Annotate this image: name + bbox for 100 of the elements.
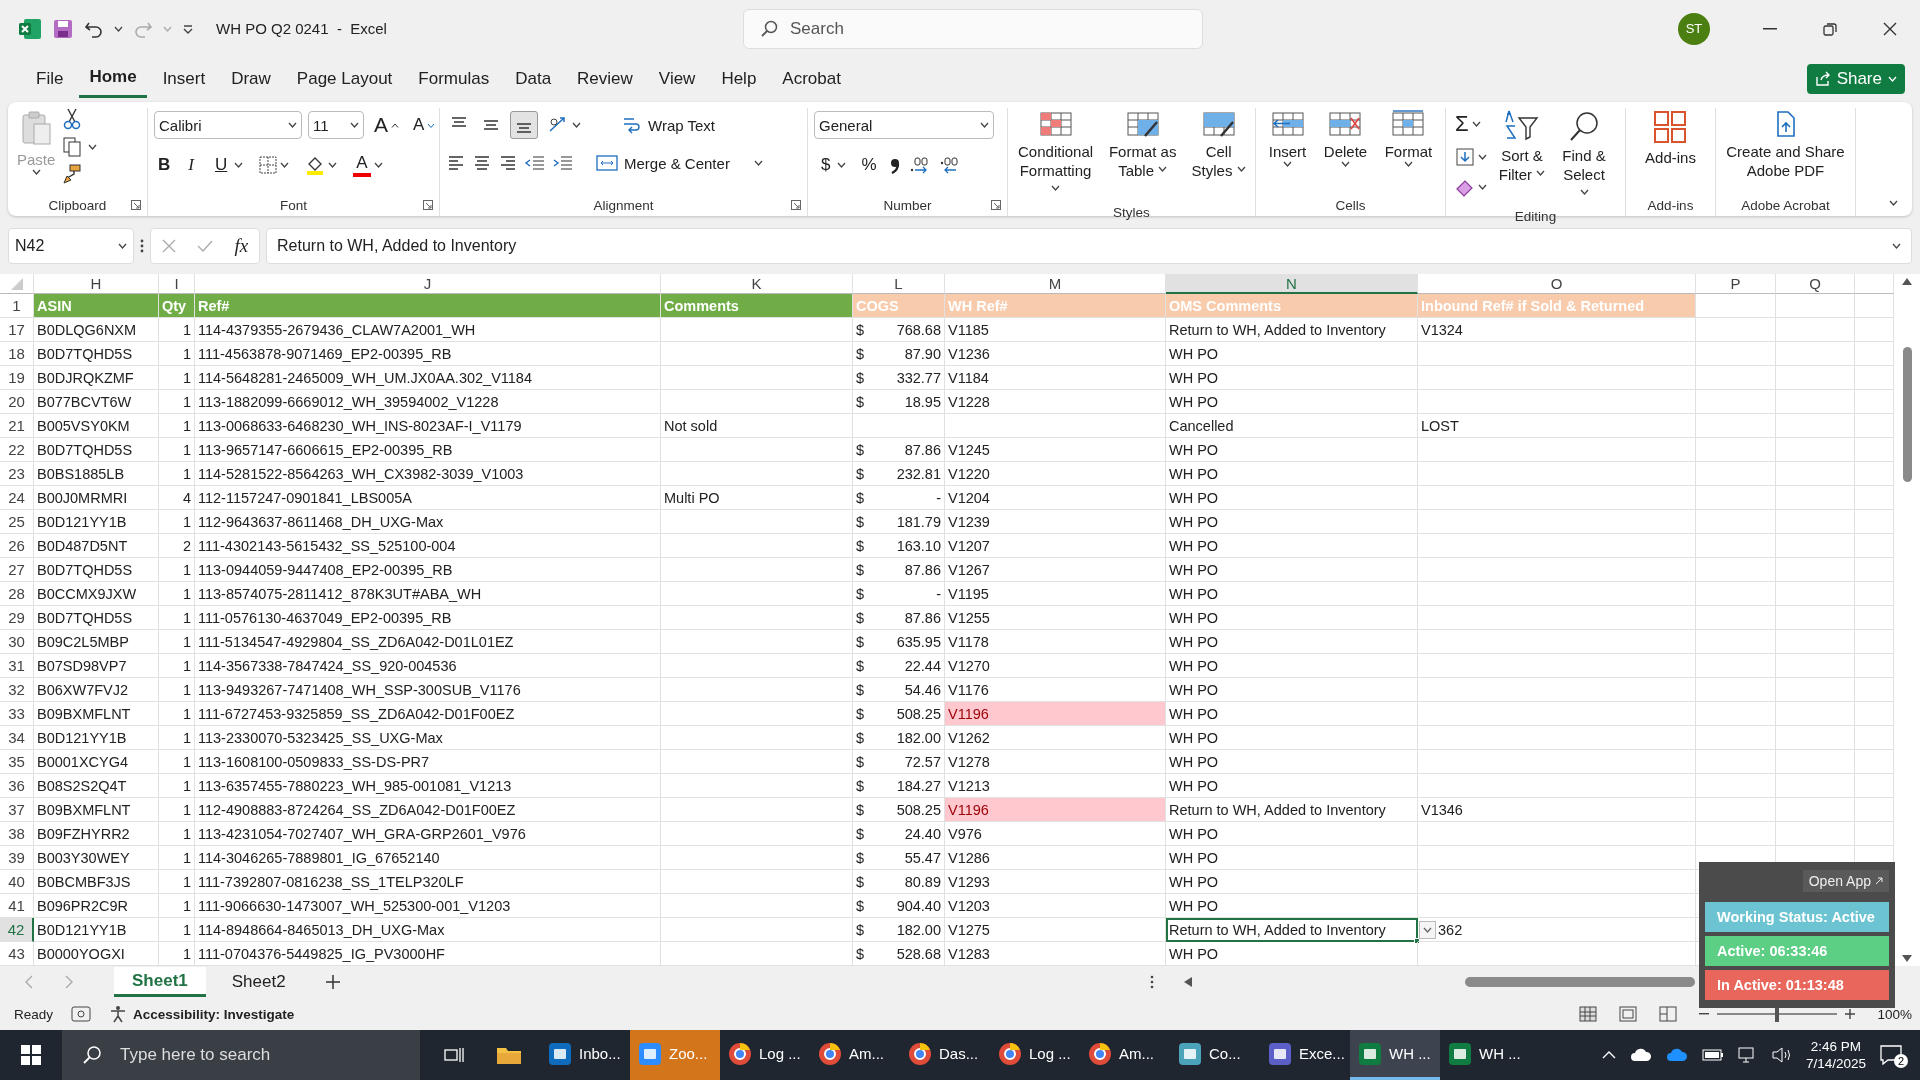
- align-lines-icon[interactable]: [498, 153, 518, 173]
- close-icon[interactable]: [1883, 21, 1897, 36]
- row-number[interactable]: 40: [0, 870, 34, 894]
- row-number[interactable]: 28: [0, 582, 34, 606]
- macro-record-icon[interactable]: [71, 1006, 92, 1022]
- caret-icon[interactable]: [980, 122, 989, 128]
- row-number[interactable]: 24: [0, 486, 34, 510]
- caret-icon[interactable]: [1403, 161, 1413, 167]
- scrollbar-thumb[interactable]: [1902, 347, 1912, 482]
- clock-date[interactable]: 7/14/2025: [1805, 1055, 1866, 1072]
- insert-function-button[interactable]: fx: [234, 235, 249, 257]
- grow-font-button[interactable]: A: [370, 111, 403, 139]
- caret-icon[interactable]: [1051, 185, 1061, 191]
- row-number[interactable]: 38: [0, 822, 34, 846]
- underline-button[interactable]: U: [210, 153, 232, 177]
- increase-indent-icon[interactable]: [552, 153, 574, 173]
- cells-button[interactable]: Format: [1381, 108, 1436, 173]
- caret-icon[interactable]: [572, 122, 581, 128]
- cells-button[interactable]: Delete: [1320, 108, 1371, 173]
- add-sheet-icon[interactable]: [325, 975, 340, 989]
- row-number[interactable]: 23: [0, 462, 34, 486]
- page-layout-icon[interactable]: [1619, 1006, 1638, 1022]
- caret-icon[interactable]: [280, 162, 290, 168]
- taskbar-app[interactable]: WH ...: [1350, 1030, 1440, 1080]
- create-pdf-button[interactable]: Create and Share Adobe PDF: [1722, 108, 1849, 182]
- windows-start-icon[interactable]: [21, 1045, 41, 1065]
- row-number[interactable]: 32: [0, 678, 34, 702]
- column-header[interactable]: M: [945, 274, 1166, 294]
- taskbar-app[interactable]: WH ...: [1440, 1030, 1530, 1080]
- column-header[interactable]: I: [159, 274, 195, 294]
- decrease-indent-icon[interactable]: [524, 153, 546, 173]
- zoom-in-icon[interactable]: [1845, 1009, 1856, 1019]
- column-header[interactable]: O: [1418, 274, 1696, 294]
- format-painter-icon[interactable]: [62, 164, 83, 184]
- cut-icon[interactable]: [62, 108, 83, 130]
- caret-icon[interactable]: [1478, 154, 1487, 160]
- scroll-down-icon[interactable]: [1902, 955, 1912, 962]
- dialog-launcher-icon[interactable]: [131, 200, 141, 210]
- styles-button[interactable]: Cell Styles: [1188, 108, 1249, 182]
- menu-tab[interactable]: Home: [79, 59, 147, 98]
- volume-icon[interactable]: [1771, 1047, 1792, 1063]
- comma-style-icon[interactable]: [888, 156, 901, 174]
- menu-tab[interactable]: File: [26, 60, 74, 97]
- add-ins-button[interactable]: Add-ins: [1642, 108, 1699, 169]
- row-number[interactable]: 43: [0, 942, 34, 966]
- caret-icon[interactable]: [1478, 184, 1487, 190]
- menu-tab[interactable]: Help: [711, 60, 767, 97]
- battery-icon[interactable]: [1701, 1049, 1724, 1061]
- row-number[interactable]: 29: [0, 606, 34, 630]
- caret-icon[interactable]: [328, 162, 338, 168]
- column-header[interactable]: P: [1696, 274, 1776, 294]
- font-size-select[interactable]: 11: [308, 111, 364, 139]
- align-lines-icon[interactable]: [472, 153, 492, 173]
- caret-icon[interactable]: [288, 122, 297, 128]
- customize-icon[interactable]: [182, 22, 194, 35]
- italic-button[interactable]: I: [184, 153, 198, 177]
- merge-center-button[interactable]: Merge & Center: [592, 151, 767, 175]
- taskbar-app[interactable]: Am...: [1080, 1030, 1170, 1080]
- menu-tab[interactable]: Page Layout: [286, 60, 403, 97]
- dialog-launcher-icon[interactable]: [991, 200, 1001, 210]
- row-number[interactable]: 35: [0, 750, 34, 774]
- check-icon[interactable]: [197, 239, 214, 253]
- caret-icon[interactable]: [118, 243, 127, 249]
- row-number[interactable]: 18: [0, 342, 34, 366]
- caret-icon[interactable]: [1423, 926, 1432, 933]
- align-lines-icon[interactable]: [446, 153, 466, 173]
- column-header[interactable]: L: [853, 274, 945, 294]
- chevron-up-icon[interactable]: [1601, 1051, 1616, 1059]
- taskbar-app[interactable]: Exce...: [1260, 1030, 1350, 1080]
- caret-icon[interactable]: [1471, 121, 1481, 127]
- taskbar-app[interactable]: Co...: [1170, 1030, 1260, 1080]
- column-header[interactable]: Q: [1776, 274, 1855, 294]
- scroll-left-icon[interactable]: [1184, 977, 1192, 987]
- row-number[interactable]: 22: [0, 438, 34, 462]
- sheet-tab[interactable]: Sheet1: [114, 967, 206, 997]
- row-number[interactable]: 39: [0, 846, 34, 870]
- bold-button[interactable]: B: [154, 153, 175, 177]
- row-number[interactable]: 34: [0, 726, 34, 750]
- cells-button[interactable]: Insert: [1265, 108, 1310, 173]
- taskbar-app[interactable]: Log ...: [990, 1030, 1080, 1080]
- menu-tab[interactable]: Insert: [152, 60, 216, 97]
- menu-tab[interactable]: Draw: [221, 60, 281, 97]
- decrease-decimal-icon[interactable]: [938, 155, 961, 175]
- row-number[interactable]: 25: [0, 510, 34, 534]
- percent-button[interactable]: %: [857, 153, 881, 177]
- copy-icon[interactable]: [62, 136, 83, 158]
- caret-icon[interactable]: [350, 122, 359, 128]
- accessibility-status[interactable]: Accessibility: Investigate: [133, 1006, 295, 1022]
- sheet-tab[interactable]: Sheet2: [213, 967, 304, 997]
- column-header[interactable]: N: [1166, 274, 1418, 294]
- user-avatar[interactable]: ST: [1678, 12, 1710, 45]
- caret-icon[interactable]: [114, 25, 123, 32]
- font-select[interactable]: Calibri: [154, 111, 302, 139]
- caret-icon[interactable]: [1892, 243, 1901, 249]
- row-number[interactable]: 42: [0, 918, 34, 942]
- wrap-text-button[interactable]: Wrap Text: [618, 112, 719, 138]
- caret-icon[interactable]: [837, 162, 847, 168]
- table-cell[interactable]: 362: [1438, 921, 1463, 938]
- minimize-icon[interactable]: [1763, 27, 1777, 30]
- open-app-button[interactable]: Open App: [1802, 870, 1889, 892]
